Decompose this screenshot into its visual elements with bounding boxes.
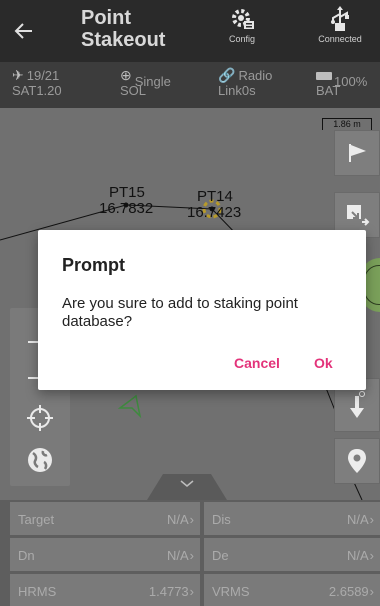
- prompt-dialog: Prompt Are you sure to add to staking po…: [38, 230, 366, 390]
- modal-overlay[interactable]: Prompt Are you sure to add to staking po…: [0, 0, 380, 606]
- ok-button[interactable]: Ok: [314, 355, 333, 371]
- dialog-title: Prompt: [62, 255, 125, 275]
- dialog-message: Are you sure to add to staking point dat…: [62, 295, 298, 330]
- cancel-button[interactable]: Cancel: [234, 355, 280, 371]
